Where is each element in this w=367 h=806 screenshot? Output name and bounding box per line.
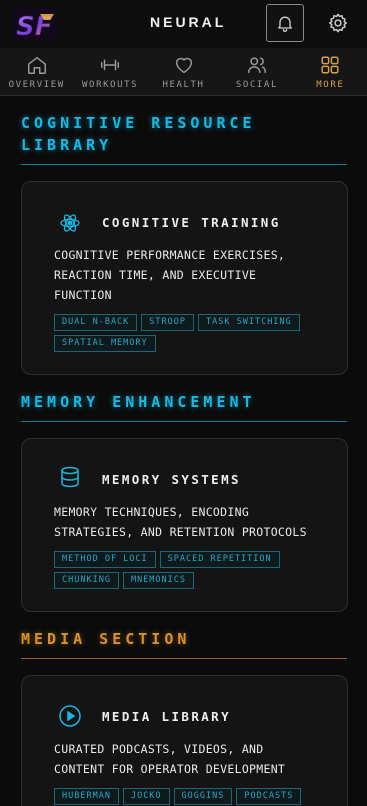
section-title-memory: MEMORY ENHANCEMENT xyxy=(21,391,256,413)
tag-list: METHOD OF LOCI SPACED REPETITION CHUNKIN… xyxy=(54,551,324,589)
section-title-line: COGNITIVE RESOURCE xyxy=(21,114,256,132)
card-description-line: REACTION TIME, AND EXECUTIVE xyxy=(54,268,257,282)
card-description-line: CONTENT FOR OPERATOR DEVELOPMENT xyxy=(54,762,286,776)
main-nav: OVERVIEW WORKOUTS HEALTH SOCIAL MORE xyxy=(0,48,367,96)
nav-item-overview[interactable]: OVERVIEW xyxy=(0,48,73,95)
card-description-line: CURATED PODCASTS, VIDEOS, AND xyxy=(54,742,264,756)
tag[interactable]: SPACED REPETITION xyxy=(159,551,280,568)
tag[interactable]: MNEMONICS xyxy=(122,572,195,589)
nav-label: WORKOUTS xyxy=(82,80,139,90)
tag[interactable]: PODCASTS xyxy=(236,788,302,805)
section-divider xyxy=(21,421,347,422)
tag[interactable]: CHUNKING xyxy=(54,572,119,589)
tag[interactable]: JOCKO xyxy=(122,788,170,805)
gear-icon xyxy=(329,13,347,33)
nav-item-social[interactable]: SOCIAL xyxy=(220,48,293,95)
app-title: NEURAL xyxy=(150,14,227,30)
tag[interactable]: GOGGINS xyxy=(173,788,233,805)
top-bar: SF NEURAL xyxy=(0,0,367,48)
tag[interactable]: STROOP xyxy=(141,314,195,331)
card-title: COGNITIVE TRAINING xyxy=(102,215,281,230)
nav-label: MORE xyxy=(316,80,345,90)
grid-icon xyxy=(321,56,339,74)
nav-label: OVERVIEW xyxy=(8,80,65,90)
nav-item-health[interactable]: HEALTH xyxy=(147,48,220,95)
bell-icon xyxy=(278,16,292,32)
card-description-line: STRATEGIES, AND RETENTION PROTOCOLS xyxy=(54,525,307,539)
card-description-line: MEMORY TECHNIQUES, ENCODING xyxy=(54,505,250,519)
card-description-line: COGNITIVE PERFORMANCE EXERCISES, xyxy=(54,248,286,262)
tag[interactable]: TASK SWITCHING xyxy=(198,314,300,331)
section-divider xyxy=(21,658,347,659)
tag-list: HUBERMAN JOCKO GOGGINS PODCASTS xyxy=(54,788,324,805)
tag-list: DUAL N-BACK STROOP TASK SWITCHING SPATIA… xyxy=(54,314,324,352)
card-description-line: FUNCTION xyxy=(54,288,112,302)
nav-label: SOCIAL xyxy=(235,80,278,90)
section-title-cognitive: COGNITIVE RESOURCE LIBRARY xyxy=(21,112,256,156)
nav-label: HEALTH xyxy=(162,80,205,90)
heart-icon xyxy=(175,57,192,74)
play-icon xyxy=(59,705,81,727)
tag[interactable]: HUBERMAN xyxy=(54,788,119,805)
tag[interactable]: DUAL N-BACK xyxy=(54,314,138,331)
dumbbell-icon xyxy=(101,59,120,71)
section-title-line: MEDIA SECTION xyxy=(21,630,191,648)
tag[interactable]: SPATIAL MEMORY xyxy=(54,335,156,352)
notifications-button[interactable] xyxy=(266,4,304,42)
section-divider xyxy=(21,164,347,165)
nav-item-more[interactable]: MORE xyxy=(294,48,367,95)
tag[interactable]: METHOD OF LOCI xyxy=(54,551,156,568)
section-title-media: MEDIA SECTION xyxy=(21,628,190,650)
database-icon xyxy=(61,466,79,488)
atom-icon xyxy=(60,214,80,232)
section-title-line: LIBRARY xyxy=(21,136,113,154)
card-memory-systems[interactable]: MEMORY SYSTEMS MEMORY TECHNIQUES, ENCODI… xyxy=(21,438,348,612)
card-cognitive-training[interactable]: COGNITIVE TRAINING COGNITIVE PERFORMANCE… xyxy=(21,181,348,375)
card-description: COGNITIVE PERFORMANCE EXERCISES, REACTIO… xyxy=(54,245,324,305)
card-title: MEDIA LIBRARY xyxy=(102,709,232,724)
settings-button[interactable] xyxy=(324,9,352,37)
nav-item-workouts[interactable]: WORKOUTS xyxy=(73,48,146,95)
card-description: MEMORY TECHNIQUES, ENCODING STRATEGIES, … xyxy=(54,502,324,542)
section-title-line: MEMORY ENHANCEMENT xyxy=(21,393,256,411)
card-media-library[interactable]: MEDIA LIBRARY CURATED PODCASTS, VIDEOS, … xyxy=(21,675,348,806)
card-title: MEMORY SYSTEMS xyxy=(102,472,241,487)
card-description: CURATED PODCASTS, VIDEOS, AND CONTENT FO… xyxy=(54,739,324,779)
home-icon xyxy=(27,56,46,74)
app-logo[interactable]: SF xyxy=(10,6,58,42)
users-icon xyxy=(247,57,266,74)
